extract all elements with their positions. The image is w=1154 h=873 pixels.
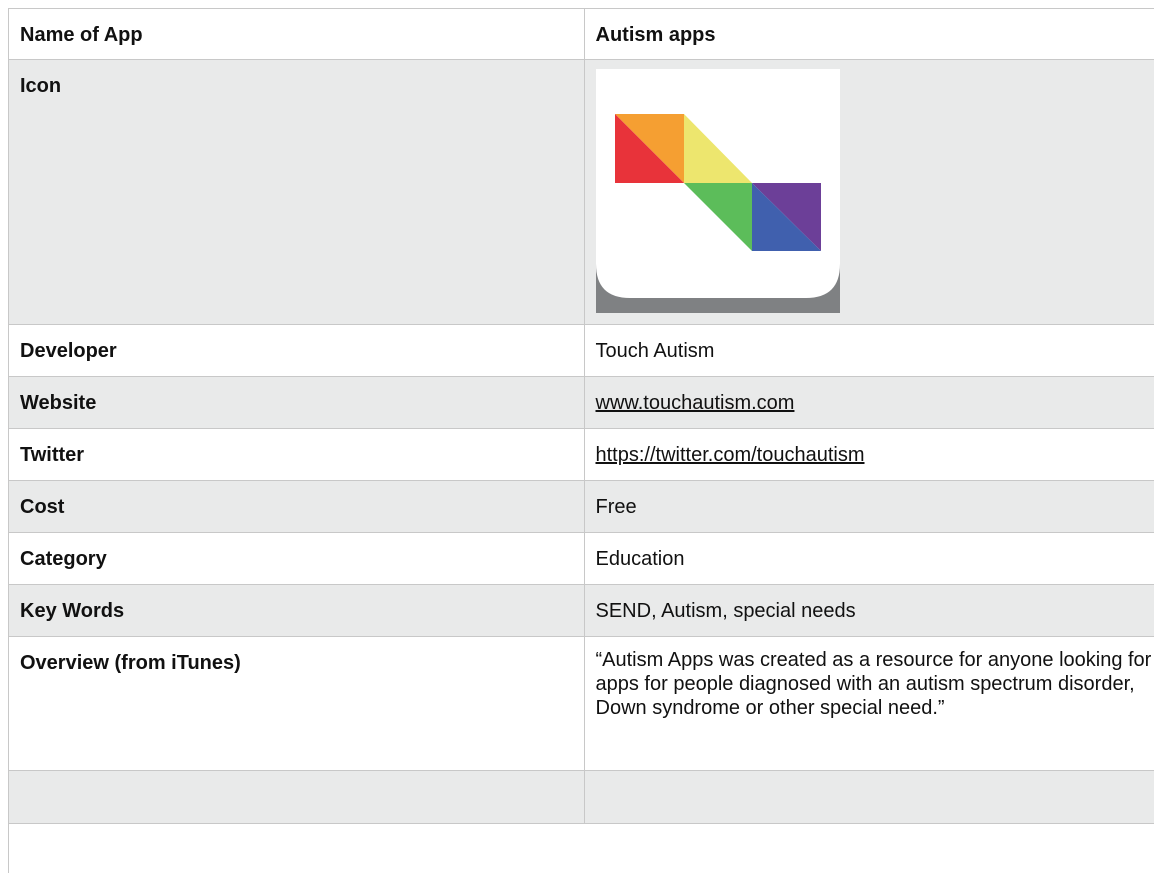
table-row-developer: Developer Touch Autism [9,324,1154,377]
table-row-website: Website www.touchautism.com [9,376,1154,429]
table-cell-icon [584,59,1154,325]
twitter-label: Twitter [20,443,85,466]
table-cell-value: Touch Autism [584,324,1154,377]
table-row-cost: Cost Free [9,480,1154,533]
website-label: Website [20,391,97,414]
app-info-sheet: Name of App Autism apps Icon Developer T… [8,8,1154,873]
table-cell-label: Developer [9,324,585,377]
table-cell-value: www.touchautism.com [584,376,1154,429]
table-cell-value: Free [584,480,1154,533]
table-cell-empty [584,770,1154,824]
key-words-value: SEND, Autism, special needs [595,599,856,622]
table-cell-label: Overview (from iTunes) [9,636,585,771]
table-cell-value: https://twitter.com/touchautism [584,428,1154,481]
developer-value: Touch Autism [595,339,715,362]
table-row-name: Name of App Autism apps [9,9,1154,60]
table-cell-label: Name of App [9,9,585,60]
cost-value: Free [595,495,637,518]
table-row-overview: Overview (from iTunes) “Autism Apps was … [9,636,1154,771]
website-link[interactable]: www.touchautism.com [596,392,795,414]
table-row-twitter: Twitter https://twitter.com/touchautism [9,428,1154,481]
table-row-key-words: Key Words SEND, Autism, special needs [9,584,1154,637]
icon-label: Icon [20,74,62,97]
table-cell-value: Autism apps [584,9,1154,60]
table-row-icon: Icon [9,59,1154,325]
overview-value: “Autism Apps was created as a resource f… [595,648,1152,719]
table-cell-empty [9,770,585,824]
key-words-label: Key Words [20,599,125,622]
table-cell-label: Cost [9,480,585,533]
table-row-empty [9,770,1154,824]
app-name-value: Autism apps [595,24,716,46]
category-value: Education [595,547,685,570]
cost-label: Cost [20,495,65,518]
table-row-category: Category Education [9,532,1154,585]
developer-label: Developer [20,339,117,362]
table-cell-label: Category [9,532,585,585]
category-label: Category [20,547,107,570]
table-cell-label: Twitter [9,428,585,481]
overview-label: Overview (from iTunes) [20,651,241,674]
table-cell-label: Key Words [9,584,585,637]
autism-apps-app-icon [595,68,840,313]
app-info-table: Name of App Autism apps Icon Developer T… [9,9,1154,824]
twitter-link[interactable]: https://twitter.com/touchautism [596,444,865,466]
name-of-app-label: Name of App [20,24,143,46]
table-cell-value: “Autism Apps was created as a resource f… [584,636,1154,771]
table-cell-label: Icon [9,59,585,325]
table-cell-value: SEND, Autism, special needs [584,584,1154,637]
table-cell-label: Website [9,376,585,429]
table-cell-value: Education [584,532,1154,585]
